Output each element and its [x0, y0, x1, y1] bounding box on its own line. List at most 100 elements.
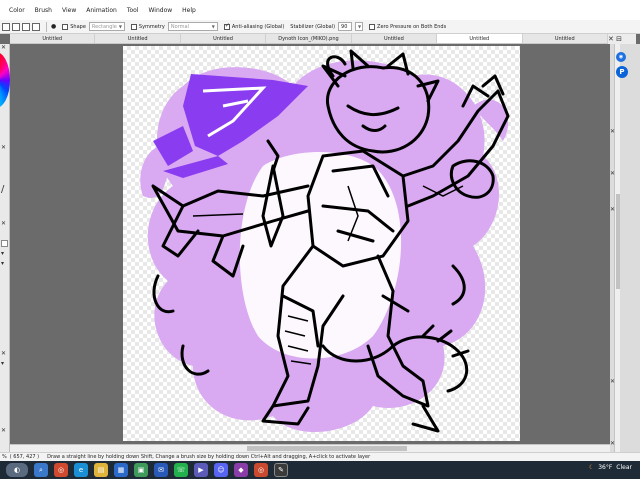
tab-untitled-active[interactable]: Untitled [437, 34, 523, 43]
grid-icon[interactable] [2, 22, 10, 31]
stabilizer-label: Stabilizer (Global) [290, 23, 336, 30]
weather-widget[interactable]: ☾ 36°F Clear [589, 464, 632, 471]
chevron-down-icon[interactable]: ▾ [1, 360, 4, 367]
layout-icon[interactable] [32, 22, 40, 31]
search-icon[interactable]: ⌕ [34, 463, 48, 477]
discord-icon[interactable]: ☺ [214, 463, 228, 477]
chrome-icon[interactable]: ◎ [254, 463, 268, 477]
close-icon[interactable]: ✕ [1, 144, 6, 151]
whatsapp-icon[interactable]: ☏ [174, 463, 188, 477]
menu-bar: Color Brush View Animation Tool Window H… [0, 0, 640, 20]
symmetry-select-value: Normal [170, 23, 189, 30]
zoom-indicator: % [2, 454, 7, 460]
canvas-area[interactable] [10, 44, 610, 444]
separator [46, 21, 47, 32]
zero-pressure-label: Zero Pressure on Both Ends [377, 23, 447, 30]
artwork [140, 49, 510, 433]
zero-pressure-option[interactable]: Zero Pressure on Both Ends [369, 23, 447, 30]
close-icon[interactable]: ✕ [610, 170, 615, 177]
close-icon[interactable]: ✕ [610, 206, 615, 213]
menu-animation[interactable]: Animation [81, 7, 122, 14]
mail-icon[interactable]: ✉ [154, 463, 168, 477]
files-icon[interactable]: ▤ [94, 463, 108, 477]
menu-brush[interactable]: Brush [30, 7, 57, 14]
antialias-option[interactable]: Anti-aliasing (Global) [223, 22, 285, 30]
photos-icon[interactable]: ▣ [134, 463, 148, 477]
chrome-icon[interactable]: ◎ [54, 463, 68, 477]
color-wheel[interactable] [0, 52, 10, 108]
status-hint: Draw a straight line by holding down Shi… [47, 454, 371, 460]
antialias-label: Anti-aliasing (Global) [231, 23, 285, 30]
media-icon[interactable]: ▶ [194, 463, 208, 477]
shape-label: Shape [70, 23, 86, 30]
shape-select-value: Rectangle [91, 23, 117, 30]
tab-untitled-3[interactable]: Untitled [181, 34, 267, 43]
zero-pressure-checkbox[interactable] [369, 23, 376, 30]
tab-controls[interactable]: ✕ ⊟ [608, 34, 636, 44]
tab-dynoth-icon[interactable]: Dynoth Icon_(MIKO).png [266, 34, 352, 43]
brush-dot-icon[interactable]: ● [51, 23, 56, 30]
status-bar: % ( 657, 427 ) Draw a straight line by h… [0, 452, 640, 461]
edge-icon[interactable]: e [74, 463, 88, 477]
drawing-canvas[interactable] [123, 46, 520, 441]
close-icon[interactable]: ✕ [1, 220, 6, 227]
app-badge-icon[interactable]: ◉ [616, 52, 626, 62]
tab-untitled-1[interactable]: Untitled [10, 34, 96, 43]
cursor-coordinates: ( 657, 427 ) [9, 454, 40, 460]
p-badge-icon[interactable]: P [616, 66, 628, 78]
vertical-scrollbar[interactable] [614, 44, 620, 452]
stabilizer-option[interactable]: Stabilizer (Global) 90 ▼ [290, 22, 364, 31]
taskbar: ◐ ⌕ ◎ e ▤ ▦ ▣ ✉ ☏ ▶ ☺ ◆ ◎ ✎ ☾ 36°F Clear [0, 461, 640, 479]
scrollbar-thumb[interactable] [247, 446, 407, 451]
document-tabs: Untitled Untitled Untitled Dynoth Icon_(… [10, 34, 608, 44]
weather-condition: Clear [616, 464, 632, 471]
brush-stroke-icon: / [1, 184, 5, 195]
shape-option[interactable]: Shape Rectangle ▼ [62, 22, 125, 31]
tool-options-bar: ● Shape Rectangle▼ Symmetry Normal▼ Anti… [0, 20, 640, 34]
menu-window[interactable]: Window [144, 7, 178, 14]
chevron-down-icon[interactable]: ▾ [1, 250, 4, 257]
grid-fine-icon[interactable] [22, 22, 30, 31]
close-icon[interactable]: ✕ [610, 378, 615, 385]
app-window: Color Brush View Animation Tool Window H… [0, 0, 640, 479]
antialias-checkbox[interactable] [223, 22, 230, 30]
tab-untitled-5[interactable]: Untitled [523, 34, 608, 43]
shape-checkbox[interactable] [62, 23, 69, 30]
ruler-icon[interactable] [12, 22, 20, 31]
chevron-down-icon: ▼ [211, 23, 215, 29]
close-icon[interactable]: ✕ [1, 350, 6, 357]
checkbox-icon[interactable] [1, 240, 8, 247]
menu-view[interactable]: View [57, 7, 81, 14]
menu-help[interactable]: Help [177, 7, 201, 14]
moon-icon: ☾ [588, 464, 595, 471]
close-icon[interactable]: ✕ [610, 440, 615, 447]
symmetry-label: Symmetry [138, 23, 165, 30]
close-icon[interactable]: ✕ [610, 128, 615, 135]
tab-untitled-2[interactable]: Untitled [95, 34, 181, 43]
symmetry-select[interactable]: Normal ▼ [167, 22, 218, 31]
start-icon[interactable]: ◐ [6, 463, 28, 477]
close-icon[interactable]: ✕ [1, 427, 6, 434]
weather-temp: 36°F [598, 464, 613, 471]
symmetry-option[interactable]: Symmetry Normal ▼ [130, 22, 218, 31]
tab-untitled-4[interactable]: Untitled [352, 34, 438, 43]
stabilizer-dropdown[interactable]: ▼ [355, 22, 364, 31]
menu-tool[interactable]: Tool [122, 7, 144, 14]
menu-color[interactable]: Color [4, 7, 30, 14]
chevron-down-icon[interactable]: ▾ [1, 260, 4, 267]
calendar-icon[interactable]: ▦ [114, 463, 128, 477]
scrollbar-thumb[interactable] [616, 194, 620, 289]
shape-select[interactable]: Rectangle ▼ [88, 22, 125, 31]
symmetry-checkbox[interactable] [130, 23, 137, 30]
close-icon[interactable]: ✕ [1, 44, 6, 51]
right-panel: ◉ P ✕ ✕ ✕ ✕ ✕ [610, 44, 640, 452]
paint-icon[interactable]: ✎ [274, 463, 288, 477]
left-panel: ✕ ✕ / ✕ ▾ ▾ ✕ ▾ ✕ [0, 44, 10, 452]
stabilizer-value: 90 [341, 23, 348, 30]
horizontal-scrollbar[interactable] [10, 444, 610, 452]
chevron-down-icon: ▼ [358, 23, 362, 29]
p-badge-label: P [619, 68, 625, 76]
app-icon[interactable]: ◆ [234, 463, 248, 477]
chevron-down-icon: ▼ [118, 23, 122, 29]
stabilizer-select[interactable]: 90 [338, 22, 353, 31]
